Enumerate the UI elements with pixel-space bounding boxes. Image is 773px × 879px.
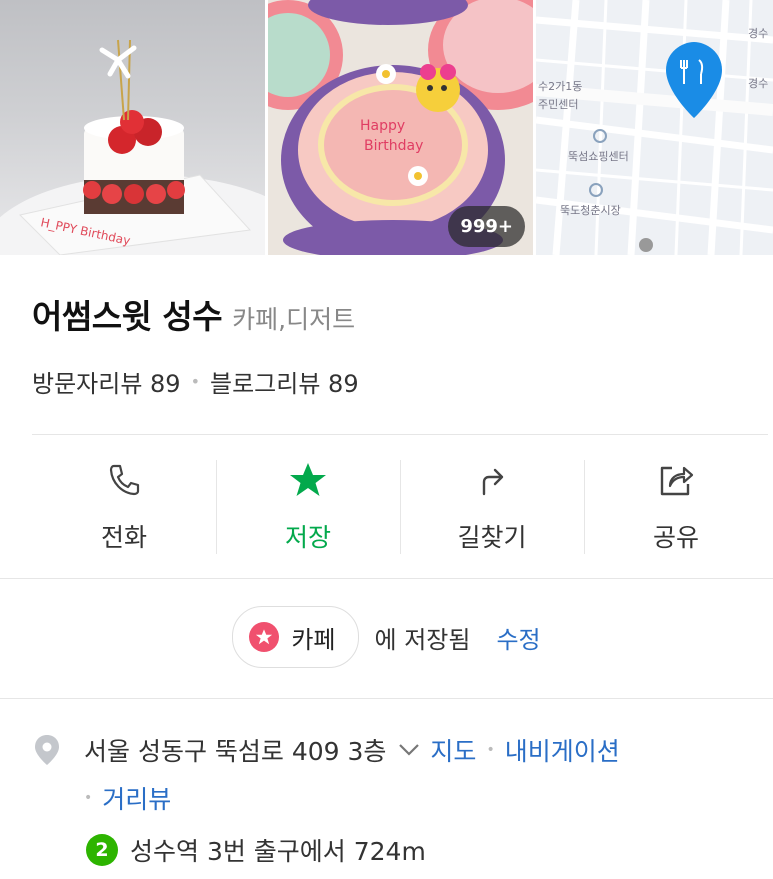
address-line-2: • 거리뷰 bbox=[84, 780, 752, 816]
strawberry-cake-image: H_PPY Birthday bbox=[0, 39, 265, 255]
address-section: 서울 성동구 뚝섬로 409 3층 지도 • 내비게이션 • 거리뷰 2 성수역… bbox=[32, 732, 752, 868]
svg-text:경수: 경수 bbox=[748, 77, 768, 90]
separator-dot: • bbox=[190, 372, 201, 391]
review-counts: 방문자리뷰 89 • 블로그리뷰 89 bbox=[32, 364, 752, 399]
share-icon bbox=[660, 466, 694, 496]
map-image: 경수 수2가1동 주민센터 뚝섬쇼핑센터 뚝도청춘시장 경수 bbox=[536, 0, 773, 255]
photo-strawberry-cake[interactable]: H_PPY Birthday bbox=[0, 0, 265, 255]
directions-icon bbox=[482, 468, 504, 496]
call-label: 전화 bbox=[100, 523, 147, 552]
phone-icon bbox=[109, 464, 140, 496]
share-label: 공유 bbox=[652, 523, 699, 552]
separator-dot: • bbox=[486, 742, 495, 758]
subway-info: 2 성수역 3번 출구에서 724m bbox=[86, 832, 752, 868]
address-line: 서울 성동구 뚝섬로 409 3층 지도 • 내비게이션 bbox=[32, 732, 752, 768]
title-row: 어썸스윗 성수 카페,디저트 bbox=[32, 290, 752, 338]
action-bar: 전화 저장 길찾기 공유 bbox=[32, 436, 768, 576]
share-button[interactable]: 공유 bbox=[584, 436, 768, 576]
chevron-down-icon[interactable] bbox=[398, 743, 420, 757]
subway-line-badge: 2 bbox=[86, 834, 118, 866]
map-thumbnail[interactable]: 경수 수2가1동 주민센터 뚝섬쇼핑센터 뚝도청춘시장 경수 bbox=[536, 0, 773, 255]
photo-count-badge[interactable]: 999+ bbox=[448, 206, 525, 247]
svg-text:뚝섬쇼핑센터: 뚝섬쇼핑센터 bbox=[568, 150, 629, 163]
folder-star-icon bbox=[249, 622, 280, 652]
svg-text:경수: 경수 bbox=[748, 27, 768, 40]
save-button[interactable]: 저장 bbox=[216, 436, 400, 576]
place-info: 어썸스윗 성수 카페,디저트 방문자리뷰 89 • 블로그리뷰 89 bbox=[32, 290, 752, 399]
save-label: 저장 bbox=[284, 523, 331, 552]
place-category: 카페,디저트 bbox=[232, 305, 356, 334]
directions-button[interactable]: 길찾기 bbox=[400, 436, 584, 576]
blog-reviews-link[interactable]: 블로그리뷰 89 bbox=[210, 364, 359, 399]
photo-gallery: H_PPY Birthday Happy Birthday 999+ 경수 수2… bbox=[0, 0, 773, 255]
svg-text:뚝도청춘시장: 뚝도청춘시장 bbox=[560, 204, 621, 217]
navigation-link[interactable]: 내비게이션 bbox=[505, 732, 620, 768]
location-pin-icon bbox=[35, 735, 59, 765]
saved-text: 에 저장됨 bbox=[374, 625, 471, 654]
saved-folder-chip[interactable]: 카페 bbox=[232, 606, 359, 668]
divider bbox=[32, 434, 768, 435]
street-view-link[interactable]: 거리뷰 bbox=[102, 780, 171, 816]
section-divider bbox=[0, 578, 773, 579]
subway-text: 성수역 3번 출구에서 724m bbox=[130, 837, 426, 866]
section-divider bbox=[0, 698, 773, 699]
star-icon bbox=[290, 463, 326, 496]
svg-text:Happy: Happy bbox=[360, 118, 405, 134]
edit-saved-button[interactable]: 수정 bbox=[496, 620, 540, 655]
directions-label: 길찾기 bbox=[457, 523, 527, 552]
folder-name: 카페 bbox=[291, 625, 336, 654]
address-text: 서울 성동구 뚝섬로 409 3층 bbox=[84, 737, 387, 766]
map-link[interactable]: 지도 bbox=[430, 732, 476, 768]
photo-birthday-cake[interactable]: Happy Birthday 999+ bbox=[268, 0, 533, 255]
saved-status-row: 카페 에 저장됨 수정 bbox=[0, 606, 773, 668]
call-button[interactable]: 전화 bbox=[32, 436, 216, 576]
svg-text:Birthday: Birthday bbox=[364, 138, 423, 154]
place-name: 어썸스윗 성수 bbox=[32, 297, 223, 336]
separator-dot: • bbox=[84, 790, 93, 806]
svg-text:수2가1동: 수2가1동 bbox=[538, 80, 582, 93]
svg-text:주민센터: 주민센터 bbox=[538, 98, 578, 111]
visitor-reviews-link[interactable]: 방문자리뷰 89 bbox=[32, 364, 181, 399]
